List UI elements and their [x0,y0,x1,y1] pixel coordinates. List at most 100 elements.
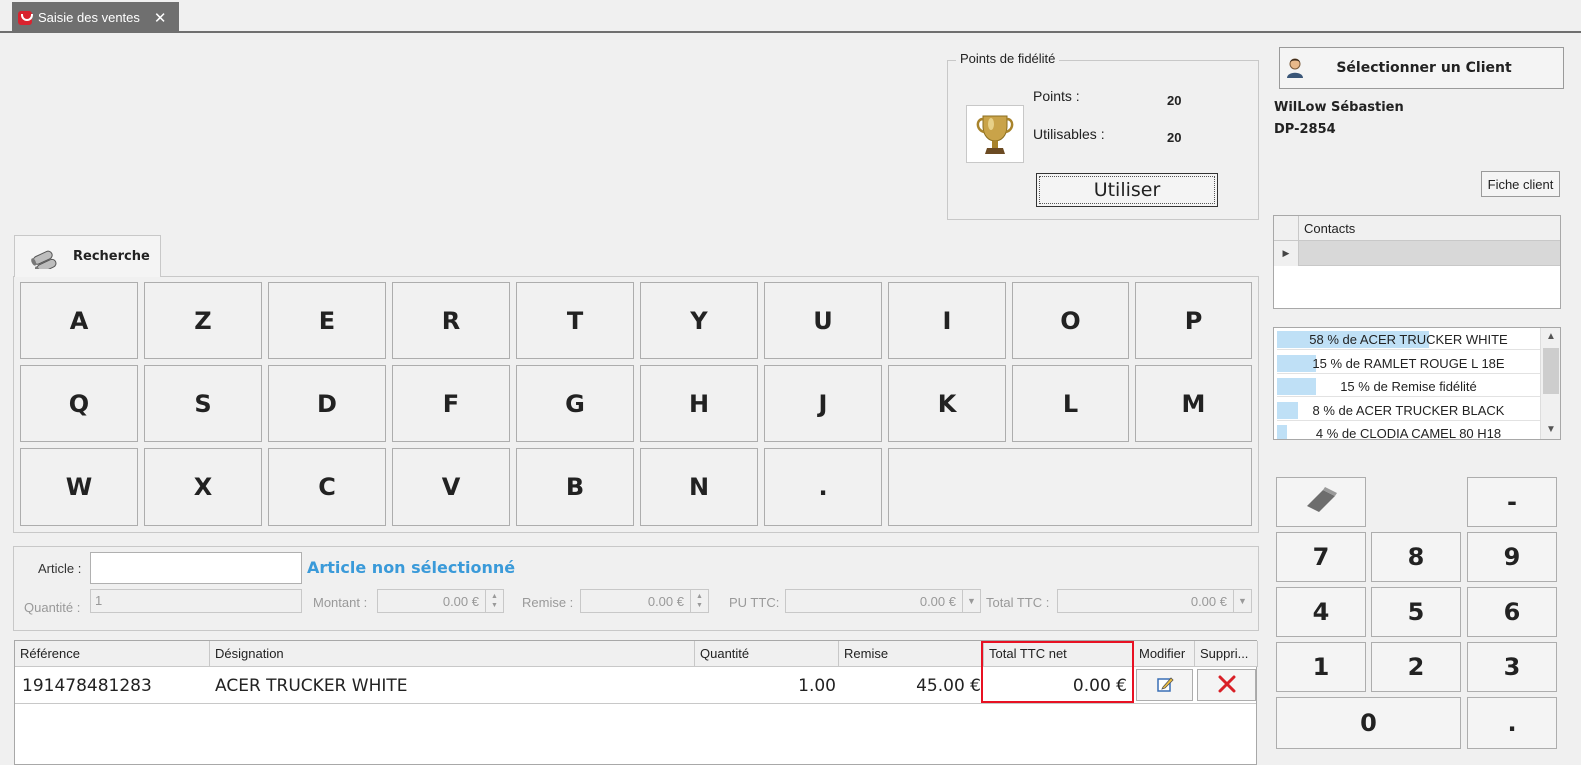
column-header-supprimer[interactable]: Suppri... [1195,641,1258,667]
keypad-6[interactable]: 6 [1467,587,1557,637]
key-y[interactable]: Y [640,282,758,359]
user-icon [1285,57,1305,79]
keypad-2[interactable]: 2 [1371,642,1461,692]
binoculars-icon [29,245,69,274]
key-dot[interactable]: . [764,448,882,526]
remise-spin-icon[interactable]: ▲ ▼ [690,590,708,612]
key-space[interactable] [888,448,1252,526]
contacts-corner [1274,216,1299,241]
list-scrollbar[interactable]: ▲ ▼ [1540,328,1560,439]
chevron-down-icon[interactable]: ▼ [1233,590,1251,612]
pu-ttc-input[interactable]: 0.00 € ▼ [785,589,981,613]
list-item[interactable]: 15 % de RAMLET ROUGE L 18E [1277,353,1540,374]
key-p[interactable]: P [1135,282,1252,359]
clear-button[interactable] [1276,477,1366,527]
utiliser-button[interactable]: Utiliser [1036,173,1218,207]
key-g[interactable]: G [516,365,634,442]
utilisables-label: Utilisables : [1033,126,1105,142]
keypad-9[interactable]: 9 [1467,532,1557,582]
delete-x-icon [1218,675,1236,696]
total-ttc-value: 0.00 € [1190,594,1227,609]
key-o[interactable]: O [1012,282,1129,359]
cell-remise: 45.00 € [916,676,981,696]
list-item[interactable]: 4 % de CLODIA CAMEL 80 H18 [1277,423,1540,440]
column-header-remise[interactable]: Remise [839,641,984,667]
column-header-modifier[interactable]: Modifier [1134,641,1195,667]
tab-recherche[interactable]: Recherche [14,235,161,277]
key-t[interactable]: T [516,282,634,359]
key-v[interactable]: V [392,448,510,526]
delete-row-button[interactable] [1197,669,1256,701]
key-u[interactable]: U [764,282,882,359]
key-a[interactable]: A [20,282,138,359]
keypad-minus[interactable]: - [1467,477,1557,527]
key-m[interactable]: M [1135,365,1252,442]
list-item[interactable]: 8 % de ACER TRUCKER BLACK [1277,400,1540,421]
montant-input[interactable]: 0.00 € ▲ ▼ [377,589,504,613]
key-k[interactable]: K [888,365,1006,442]
montant-label: Montant : [313,595,368,610]
keypad-7[interactable]: 7 [1276,532,1366,582]
key-q[interactable]: Q [20,365,138,442]
close-tab-icon[interactable]: ✕ [154,9,167,27]
list-item[interactable]: 58 % de ACER TRUCKER WHITE [1277,329,1540,350]
points-value: 20 [1167,93,1182,108]
key-s[interactable]: S [144,365,262,442]
fiche-client-button[interactable]: Fiche client [1481,171,1560,197]
key-x[interactable]: X [144,448,262,526]
pu-ttc-value: 0.00 € [919,594,956,609]
column-header-designation[interactable]: Désignation [210,641,695,667]
key-n[interactable]: N [640,448,758,526]
contacts-row[interactable]: ▶ [1274,241,1560,266]
edit-row-button[interactable] [1136,669,1193,701]
key-l[interactable]: L [1012,365,1129,442]
article-label: Article : [38,561,82,576]
row-indicator-icon: ▶ [1274,241,1299,266]
eraser-icon [1303,484,1339,520]
tab-saisie-des-ventes[interactable]: Saisie des ventes ✕ [12,2,179,33]
key-b[interactable]: B [516,448,634,526]
montant-value: 0.00 € [442,594,479,609]
keypad-0[interactable]: 0 [1276,697,1461,749]
cell-reference: 191478481283 [22,676,152,696]
key-z[interactable]: Z [144,282,262,359]
column-header-reference[interactable]: Référence [15,641,210,667]
keypad-8[interactable]: 8 [1371,532,1461,582]
select-client-button[interactable]: Sélectionner un Client [1279,47,1564,89]
key-i[interactable]: I [888,282,1006,359]
article-input[interactable] [90,552,302,584]
tab-title: Saisie des ventes [38,10,140,25]
keypad-3[interactable]: 3 [1467,642,1557,692]
key-j[interactable]: J [764,365,882,442]
key-c[interactable]: C [268,448,386,526]
key-d[interactable]: D [268,365,386,442]
total-ttc-label: Total TTC : [986,595,1050,610]
key-e[interactable]: E [268,282,386,359]
scroll-down-icon[interactable]: ▼ [1541,421,1560,439]
remise-input[interactable]: 0.00 € ▲ ▼ [580,589,709,613]
keypad-1[interactable]: 1 [1276,642,1366,692]
scroll-thumb[interactable] [1543,348,1559,394]
article-status: Article non sélectionné [307,558,516,577]
key-h[interactable]: H [640,365,758,442]
fidelity-group-title: Points de fidélité [956,51,1060,66]
top-products-list[interactable]: 58 % de ACER TRUCKER WHITE 15 % de RAMLE… [1273,327,1561,440]
client-name: WilLow Sébastien [1274,100,1404,115]
chevron-down-icon[interactable]: ▼ [962,590,980,612]
total-ttc-input[interactable]: 0.00 € ▼ [1057,589,1252,613]
keypad-4[interactable]: 4 [1276,587,1366,637]
contacts-grid[interactable]: Contacts ▶ [1273,215,1561,309]
key-r[interactable]: R [392,282,510,359]
column-header-quantite[interactable]: Quantité [695,641,839,667]
montant-spin-icon[interactable]: ▲ ▼ [485,590,503,612]
list-item-label: 4 % de CLODIA CAMEL 80 H18 [1315,426,1502,440]
list-item-label: 8 % de ACER TRUCKER BLACK [1312,403,1505,418]
key-w[interactable]: W [20,448,138,526]
scroll-up-icon[interactable]: ▲ [1541,328,1560,346]
key-f[interactable]: F [392,365,510,442]
list-item[interactable]: 15 % de Remise fidélité [1277,376,1540,397]
keypad-5[interactable]: 5 [1371,587,1461,637]
quantite-input[interactable]: 1 [90,589,302,613]
select-client-label: Sélectionner un Client [1336,60,1512,76]
keypad-dot[interactable]: . [1467,697,1557,749]
